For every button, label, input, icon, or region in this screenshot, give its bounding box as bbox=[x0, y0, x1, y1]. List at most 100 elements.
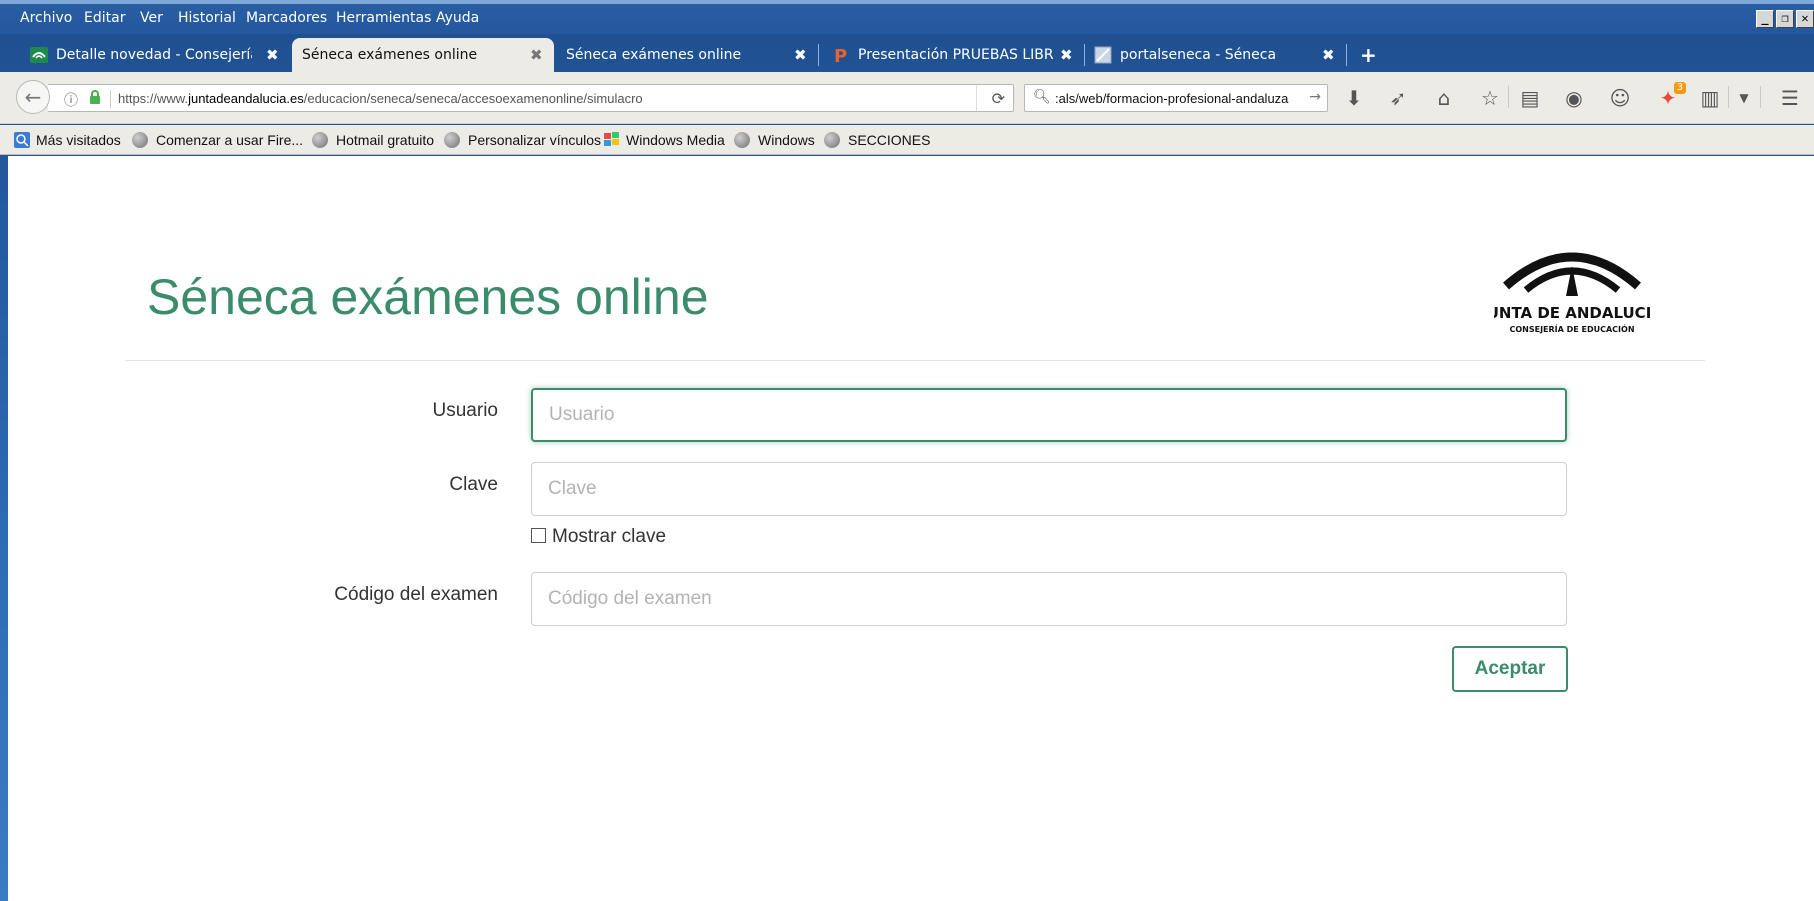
tab-close-icon[interactable]: ✖ bbox=[266, 46, 279, 64]
header-divider bbox=[125, 360, 1705, 361]
url-text[interactable]: https://www.juntadeandalucia.es/educacio… bbox=[118, 91, 643, 106]
clipboard-icon[interactable]: ▥ bbox=[1698, 86, 1722, 110]
bookmark-label: SECCIONES bbox=[848, 132, 931, 148]
clave-input[interactable] bbox=[531, 462, 1567, 516]
info-icon[interactable]: ⓘ bbox=[64, 90, 78, 110]
search-go-icon[interactable]: → bbox=[1309, 89, 1321, 105]
tab-label: Séneca exámenes online bbox=[302, 47, 478, 63]
restore-button[interactable]: ❐ bbox=[1776, 10, 1794, 28]
search-input[interactable]: :als/web/formacion-profesional-andaluza bbox=[1055, 91, 1288, 106]
menu-archivo[interactable]: Archivo bbox=[20, 10, 72, 26]
mostrar-clave-row[interactable]: Mostrar clave bbox=[531, 526, 666, 548]
tab-seneca-active[interactable]: Séneca exámenes online ✖ bbox=[292, 38, 554, 72]
reload-icon[interactable]: ⟳ bbox=[992, 89, 1005, 108]
tab-label: portalseneca - Séneca bbox=[1120, 47, 1277, 63]
svg-text:JUNTA DE ANDALUCIA: JUNTA DE ANDALUCIA bbox=[1494, 304, 1650, 322]
url-bar[interactable]: ⓘ https://www.juntadeandalucia.es/educac… bbox=[48, 84, 1014, 112]
bookmark-mas-visitados[interactable]: Más visitados bbox=[14, 132, 121, 148]
mostrar-clave-label: Mostrar clave bbox=[552, 526, 667, 547]
bookmark-star-icon[interactable]: ☆ bbox=[1478, 86, 1502, 110]
codigo-examen-input[interactable] bbox=[531, 572, 1567, 626]
globe-icon bbox=[734, 132, 750, 148]
url-path: /educacion/seneca/seneca/accesoexamenonl… bbox=[303, 91, 643, 106]
back-arrow-icon: ← bbox=[24, 85, 42, 109]
bookmark-hotmail[interactable]: Hotmail gratuito bbox=[312, 132, 434, 148]
svg-text:P: P bbox=[834, 46, 847, 64]
page-icon bbox=[1094, 46, 1112, 64]
svg-text:CONSEJERÍA DE EDUCACIÓN: CONSEJERÍA DE EDUCACIÓN bbox=[1509, 323, 1634, 334]
addon-icon[interactable]: ✦ 3 bbox=[1656, 82, 1686, 110]
tab-detalle-novedad[interactable]: Detalle novedad - Consejería ... ✖ bbox=[30, 38, 284, 72]
bookmark-comenzar-firefox[interactable]: Comenzar a usar Fire... bbox=[132, 132, 303, 148]
tab-bar: Detalle novedad - Consejería ... ✖ Sénec… bbox=[0, 34, 1814, 72]
usuario-input[interactable] bbox=[531, 388, 1567, 442]
tab-label: Séneca exámenes online bbox=[566, 47, 742, 63]
search-icon: 🔍︎ bbox=[1033, 89, 1051, 105]
tab-presentacion[interactable]: P Presentación PRUEBAS LIBRE... ✖ bbox=[832, 38, 1082, 72]
tab-close-icon[interactable]: ✖ bbox=[1060, 46, 1073, 64]
bookmarks-bar: Más visitados Comenzar a usar Fire... Ho… bbox=[0, 125, 1814, 155]
toolbar-separator bbox=[1760, 86, 1761, 108]
bookmark-label: Personalizar vínculos bbox=[468, 132, 602, 148]
codigo-label: Código del examen bbox=[334, 584, 498, 605]
usuario-label: Usuario bbox=[432, 400, 498, 421]
lock-icon[interactable] bbox=[88, 90, 102, 104]
chat-icon[interactable]: ☺ bbox=[1608, 86, 1632, 110]
globe-icon bbox=[824, 132, 840, 148]
menu-historial[interactable]: Historial bbox=[178, 10, 236, 26]
clave-label: Clave bbox=[449, 474, 498, 495]
bookmark-windows-media[interactable]: Windows Media bbox=[604, 132, 725, 148]
close-window-button[interactable]: ✕ bbox=[1796, 10, 1814, 28]
navigation-bar: ⓘ https://www.juntadeandalucia.es/educac… bbox=[0, 72, 1814, 124]
menu-ver[interactable]: Ver bbox=[140, 10, 163, 26]
bookmark-secciones[interactable]: SECCIONES bbox=[824, 132, 930, 148]
tab-seneca-2[interactable]: Séneca exámenes online ✖ bbox=[566, 38, 814, 72]
search-bar[interactable]: 🔍︎ :als/web/formacion-profesional-andalu… bbox=[1024, 84, 1328, 112]
url-separator bbox=[110, 90, 111, 108]
minimize-button[interactable]: _ bbox=[1756, 10, 1774, 28]
bookmark-label: Más visitados bbox=[36, 132, 121, 148]
bookmark-personalizar[interactable]: Personalizar vínculos bbox=[444, 132, 601, 148]
aceptar-button[interactable]: Aceptar bbox=[1452, 646, 1568, 692]
notification-badge: 3 bbox=[1673, 82, 1686, 94]
bookmark-label: Comenzar a usar Fire... bbox=[156, 132, 304, 148]
new-tab-button[interactable]: + bbox=[1360, 38, 1380, 72]
tab-separator bbox=[1084, 44, 1085, 66]
bookmark-label: Windows bbox=[758, 132, 815, 148]
home-icon[interactable]: ⌂ bbox=[1432, 86, 1456, 110]
download-icon[interactable]: ⬇ bbox=[1342, 86, 1366, 110]
tab-portalseneca[interactable]: portalseneca - Séneca ✖ bbox=[1094, 38, 1335, 72]
url-domain: juntadeandalucia.es bbox=[188, 91, 304, 106]
tab-close-icon[interactable]: ✖ bbox=[1322, 46, 1335, 64]
most-visited-icon bbox=[14, 132, 30, 148]
globe-icon bbox=[132, 132, 148, 148]
page-content: Séneca exámenes online JUNTA DE ANDALUCI… bbox=[8, 156, 1814, 901]
junta-andalucia-logo: JUNTA DE ANDALUCIA CONSEJERÍA DE EDUCACI… bbox=[1494, 252, 1650, 334]
reading-list-icon[interactable]: ▤ bbox=[1518, 86, 1542, 110]
toolbar-separator bbox=[1508, 86, 1509, 108]
tab-label: Presentación PRUEBAS LIBRE... bbox=[858, 47, 1054, 63]
mostrar-clave-checkbox[interactable] bbox=[531, 527, 546, 543]
tab-close-icon[interactable]: ✖ bbox=[794, 46, 807, 64]
windows-media-icon bbox=[604, 132, 619, 146]
globe-icon bbox=[444, 132, 460, 148]
hamburger-menu-icon[interactable]: ☰ bbox=[1778, 86, 1802, 110]
page-title: Séneca exámenes online bbox=[147, 269, 709, 325]
back-button[interactable]: ← bbox=[16, 80, 50, 114]
window-controls: _ ❐ ✕ bbox=[1756, 10, 1814, 28]
bookmark-label: Windows Media bbox=[626, 132, 725, 148]
reload-separator bbox=[976, 85, 977, 111]
dropdown-chevron-icon[interactable]: ▼ bbox=[1732, 86, 1756, 110]
menu-ayuda[interactable]: Ayuda bbox=[436, 10, 479, 26]
bookmark-label: Hotmail gratuito bbox=[336, 132, 435, 148]
menu-herramientas[interactable]: Herramientas bbox=[336, 10, 431, 26]
send-icon[interactable]: ➶ bbox=[1386, 86, 1410, 110]
tab-close-icon[interactable]: ✖ bbox=[530, 46, 543, 64]
toolbar-separator bbox=[1728, 86, 1729, 108]
bookmark-windows[interactable]: Windows bbox=[734, 132, 815, 148]
p-presentation-icon: P bbox=[834, 46, 847, 64]
menu-editar[interactable]: Editar bbox=[84, 10, 125, 26]
menu-marcadores[interactable]: Marcadores bbox=[246, 10, 327, 26]
tab-separator bbox=[1346, 44, 1347, 66]
pocket-icon[interactable]: ◉ bbox=[1562, 86, 1586, 110]
